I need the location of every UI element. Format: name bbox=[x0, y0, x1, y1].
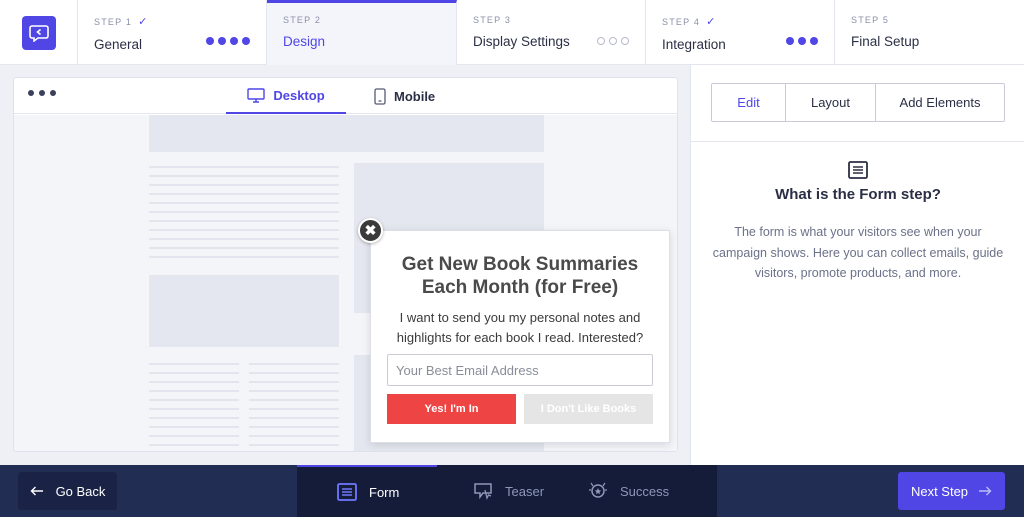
app-logo[interactable] bbox=[21, 15, 56, 50]
tab-add-elements[interactable]: Add Elements bbox=[876, 84, 1004, 121]
tab-teaser[interactable]: Teaser bbox=[437, 465, 572, 517]
panel-heading: What is the Form step? bbox=[775, 186, 941, 203]
tab-label: Mobile bbox=[394, 88, 436, 104]
no-thanks-button[interactable]: I Don't Like Books bbox=[524, 394, 653, 424]
progress-dot bbox=[218, 37, 226, 45]
check-icon: ✓ bbox=[138, 16, 149, 28]
tab-label: Teaser bbox=[505, 483, 545, 499]
mock-text-lines bbox=[149, 166, 339, 265]
divider bbox=[691, 141, 1024, 142]
tab-form[interactable]: Form bbox=[297, 465, 437, 517]
optin-popup: Get New Book Summaries Each Month (for F… bbox=[370, 230, 670, 443]
tab-label: Success bbox=[620, 483, 670, 499]
teaser-icon bbox=[474, 483, 492, 500]
step-title: Design bbox=[283, 34, 326, 49]
editor-tabs: Edit Layout Add Elements bbox=[711, 83, 1005, 122]
step-number: STEP 1 ✓ bbox=[94, 15, 250, 28]
step-general[interactable]: STEP 1 ✓ General bbox=[78, 0, 267, 65]
popup-title: Get New Book Summaries Each Month (for F… bbox=[401, 254, 639, 298]
step-number-text: STEP 4 bbox=[662, 16, 701, 27]
step-title: Final Setup bbox=[851, 34, 920, 49]
more-options-icon[interactable] bbox=[28, 90, 56, 96]
tab-desktop[interactable]: Desktop bbox=[226, 78, 346, 114]
step-number-text: STEP 2 bbox=[283, 15, 322, 25]
mock-header-block bbox=[149, 115, 544, 152]
step-number-text: STEP 5 bbox=[851, 15, 890, 25]
step-number: STEP 3 bbox=[473, 15, 629, 25]
tab-success[interactable]: Success bbox=[572, 465, 717, 517]
progress-dot bbox=[798, 37, 806, 45]
popup-body: I want to send you my personal notes and… bbox=[396, 310, 644, 345]
tab-layout[interactable]: Layout bbox=[786, 84, 876, 121]
step-progress-dots bbox=[206, 37, 250, 45]
tab-mobile[interactable]: Mobile bbox=[374, 78, 435, 114]
yes-button[interactable]: Yes! I'm In bbox=[387, 394, 516, 424]
step-number: STEP 4 ✓ bbox=[662, 15, 818, 28]
step-number-text: STEP 1 bbox=[94, 16, 133, 27]
progress-dot bbox=[230, 37, 238, 45]
progress-dot bbox=[206, 37, 214, 45]
close-icon[interactable]: ✖ bbox=[358, 218, 383, 243]
preview-header: Desktop Mobile bbox=[14, 78, 677, 114]
step-number: STEP 5 bbox=[851, 15, 1008, 25]
step-number-text: STEP 3 bbox=[473, 15, 512, 25]
progress-dot bbox=[810, 37, 818, 45]
step-progress-dots bbox=[597, 37, 629, 45]
chat-bubble-icon bbox=[28, 24, 49, 42]
bottom-bar: Go Back Form Teaser Success Next Step bbox=[0, 465, 1024, 517]
progress-dot bbox=[621, 37, 629, 45]
arrow-left-icon bbox=[30, 486, 43, 496]
email-field[interactable] bbox=[387, 354, 653, 386]
editor-panel: Edit Layout Add Elements What is the For… bbox=[690, 65, 1024, 465]
progress-dot bbox=[786, 37, 794, 45]
desktop-icon bbox=[247, 87, 266, 103]
badge-icon bbox=[589, 482, 607, 498]
next-step-label: Next Step bbox=[910, 483, 969, 499]
tab-label: Desktop bbox=[273, 87, 325, 103]
progress-dot bbox=[609, 37, 617, 45]
step-design[interactable]: STEP 2 Design bbox=[267, 0, 457, 65]
tab-edit[interactable]: Edit bbox=[712, 84, 786, 121]
logo-cell bbox=[0, 0, 78, 65]
steps-bar: STEP 1 ✓ General STEP 2 Design STEP 3 Di… bbox=[0, 0, 1024, 65]
arrow-right-icon bbox=[979, 486, 992, 496]
go-back-label: Go Back bbox=[55, 483, 106, 499]
next-step-button[interactable]: Next Step bbox=[898, 472, 1005, 510]
check-icon: ✓ bbox=[706, 16, 717, 28]
panel-description: The form is what your visitors see when … bbox=[712, 225, 1004, 280]
form-icon bbox=[848, 161, 868, 179]
form-icon bbox=[337, 483, 357, 501]
step-progress-dots bbox=[786, 37, 818, 45]
mock-text-lines bbox=[149, 363, 239, 451]
mock-text-lines bbox=[249, 363, 339, 451]
mobile-icon bbox=[374, 87, 386, 105]
mock-image-block bbox=[149, 275, 339, 347]
go-back-button[interactable]: Go Back bbox=[18, 472, 117, 510]
step-display-settings[interactable]: STEP 3 Display Settings bbox=[457, 0, 646, 65]
step-number: STEP 2 bbox=[283, 15, 440, 25]
progress-dot bbox=[597, 37, 605, 45]
step-tabs: Form Teaser Success bbox=[297, 465, 717, 517]
step-final-setup[interactable]: STEP 5 Final Setup bbox=[835, 0, 1024, 65]
step-integration[interactable]: STEP 4 ✓ Integration bbox=[646, 0, 835, 65]
tab-label: Form bbox=[369, 484, 400, 500]
progress-dot bbox=[242, 37, 250, 45]
